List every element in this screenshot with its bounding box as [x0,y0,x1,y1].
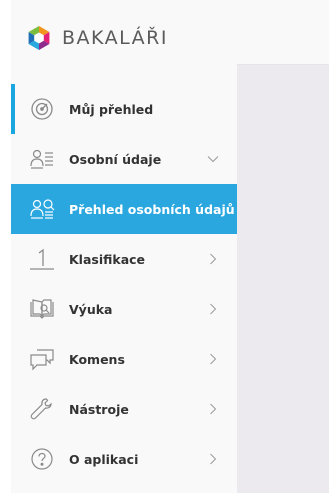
nav-item-label: Můj přehled [69,101,154,117]
brand-name: BAKALÁŘI [62,27,168,49]
nav-item-osobni-udaje[interactable]: Osobní údaje [11,134,237,184]
nav-item-vyuka[interactable]: Výuka [11,284,237,334]
dashboard-gauge-icon [29,96,55,122]
nav-item-prehled-osobnich-udaju[interactable]: Přehled osobních údajů [11,184,237,234]
bakalari-logo-icon [28,26,50,50]
nav-item-label: Komens [69,351,125,367]
nav-item-klasifikace[interactable]: Klasifikace [11,234,237,284]
chevron-right-icon [210,353,217,365]
app-window: BAKALÁŘI Můj přehled Osobní údaje Přehle… [0,0,329,493]
main-content [237,0,329,493]
sidebar: BAKALÁŘI Můj přehled Osobní údaje Přehle… [11,0,237,493]
nav-item-label: Klasifikace [69,251,146,267]
person-card-icon [29,146,55,172]
chevron-right-icon [210,253,217,265]
brand-logo[interactable]: BAKALÁŘI [26,25,168,51]
nav-item-label: Výuka [69,301,113,317]
main-nav: Můj přehled Osobní údaje Přehled osobníc… [11,84,237,484]
chevron-right-icon [210,303,217,315]
active-indicator [11,84,15,134]
nav-item-label: Osobní údaje [69,151,162,167]
chevron-right-icon [210,403,217,415]
nav-item-komens[interactable]: Komens [11,334,237,384]
person-overview-icon [29,196,55,222]
nav-item-o-aplikaci[interactable]: O aplikaci [11,434,237,484]
nav-item-label: Přehled osobních údajů [69,201,235,217]
chevron-right-icon [210,453,217,465]
nav-item-label: O aplikaci [69,451,139,467]
grade-one-icon [29,246,55,272]
chat-bubbles-icon [29,346,55,372]
main-header [237,0,329,65]
nav-item-muj-prehled[interactable]: Můj přehled [11,84,237,134]
nav-item-label: Nástroje [69,401,129,417]
wrench-icon [29,396,55,422]
nav-item-nastroje[interactable]: Nástroje [11,384,237,434]
question-circle-icon [29,446,55,472]
chevron-down-icon [207,156,219,163]
book-search-icon [29,296,55,322]
